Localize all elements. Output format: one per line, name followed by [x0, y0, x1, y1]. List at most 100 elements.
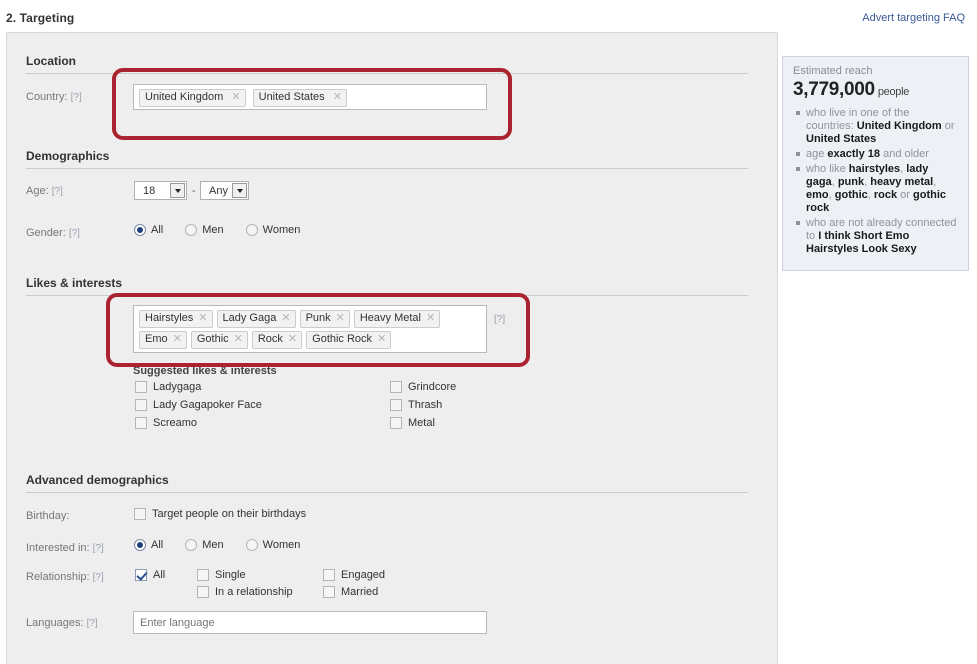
remove-token-icon[interactable]: ✕	[234, 333, 243, 345]
section-divider-location	[26, 73, 748, 74]
relationship-checkbox-single[interactable]: Single	[197, 569, 246, 581]
suggested-checkbox-thrash[interactable]: Thrash	[390, 399, 442, 411]
gender-option-women[interactable]: Women	[246, 224, 301, 236]
suggested-checkbox-ladygaga[interactable]: Ladygaga	[135, 381, 201, 393]
gender-option-label: Men	[202, 224, 223, 236]
interest-token[interactable]: Hairstyles ✕	[139, 310, 213, 328]
remove-token-icon[interactable]: ✕	[333, 91, 342, 103]
remove-token-icon[interactable]: ✕	[336, 312, 345, 324]
reach-criterion: who live in one of the countries: United…	[806, 107, 958, 146]
gender-label: Gender: [?]	[26, 227, 80, 239]
country-token[interactable]: United States ✕	[253, 89, 347, 107]
interested-in-option-all[interactable]: All	[134, 539, 163, 551]
checkbox-icon[interactable]	[390, 399, 402, 411]
remove-token-icon[interactable]: ✕	[426, 312, 435, 324]
estimated-reach-card: Estimated reach 3,779,000people who live…	[782, 56, 969, 271]
section-title-demographics: Demographics	[26, 149, 109, 163]
interest-token[interactable]: Heavy Metal✕	[354, 310, 440, 328]
gender-option-all[interactable]: All	[134, 224, 163, 236]
remove-token-icon[interactable]: ✕	[288, 333, 297, 345]
relationship-help-icon[interactable]: [?]	[93, 572, 104, 583]
section-divider-advanced	[26, 492, 748, 493]
interest-token[interactable]: Gothic ✕	[191, 331, 248, 349]
relationship-label-engaged: Engaged	[341, 569, 385, 581]
suggested-checkbox-lady-gagapoker-face[interactable]: Lady Gagapoker Face	[135, 399, 262, 411]
reach-criterion: who like hairstyles, lady gaga, punk, he…	[806, 163, 958, 215]
birthday-checkbox-row[interactable]: Target people on their birthdays	[134, 508, 306, 520]
checkbox-icon[interactable]	[135, 569, 147, 581]
radio-icon[interactable]	[185, 539, 197, 551]
interest-token[interactable]: Punk ✕	[300, 310, 350, 328]
age-label-text: Age:	[26, 185, 49, 197]
age-max-select[interactable]: Any	[200, 181, 249, 200]
chevron-down-icon[interactable]	[170, 183, 185, 198]
remove-token-icon[interactable]: ✕	[281, 312, 290, 324]
reach-criterion: age exactly 18 and older	[806, 148, 958, 161]
radio-icon[interactable]	[185, 224, 197, 236]
checkbox-icon[interactable]	[197, 569, 209, 581]
country-token-label: United States	[259, 91, 325, 103]
languages-help-icon[interactable]: [?]	[87, 618, 98, 629]
radio-icon[interactable]	[246, 224, 258, 236]
relationship-checkbox-in-a-relationship[interactable]: In a relationship	[197, 586, 293, 598]
interested-in-radio-group: All Men Women	[134, 539, 322, 551]
age-help-icon[interactable]: [?]	[52, 186, 63, 197]
checkbox-icon[interactable]	[323, 586, 335, 598]
age-min-select[interactable]: 18	[134, 181, 187, 200]
relationship-label-in-a-relationship: In a relationship	[215, 586, 293, 598]
suggested-checkbox-metal[interactable]: Metal	[390, 417, 435, 429]
radio-icon[interactable]	[134, 539, 146, 551]
interest-token-label: Gothic	[197, 333, 229, 345]
country-help-icon[interactable]: [?]	[71, 92, 82, 103]
gender-option-men[interactable]: Men	[185, 224, 223, 236]
gender-option-label: Women	[263, 224, 301, 236]
suggested-checkbox-screamo[interactable]: Screamo	[135, 417, 197, 429]
country-token-input[interactable]: United Kingdom ✕ United States ✕	[133, 84, 487, 110]
languages-label: Languages: [?]	[26, 617, 98, 629]
suggested-label: Grindcore	[408, 381, 456, 393]
country-token[interactable]: United Kingdom ✕	[139, 89, 246, 107]
interest-token[interactable]: Emo✕	[139, 331, 187, 349]
remove-token-icon[interactable]: ✕	[231, 91, 240, 103]
interest-token[interactable]: Gothic Rock✕	[306, 331, 391, 349]
interested-in-option-men[interactable]: Men	[185, 539, 223, 551]
likes-interests-token-input[interactable]: Hairstyles✕Lady Gaga✕Punk✕Heavy Metal✕Em…	[133, 305, 487, 353]
age-min-value: 18	[143, 185, 170, 197]
remove-token-icon[interactable]: ✕	[377, 333, 386, 345]
relationship-checkbox-all[interactable]: All	[135, 569, 165, 581]
gender-radio-group: All Men Women	[134, 224, 322, 236]
section-title-advanced-demographics: Advanced demographics	[26, 473, 169, 487]
checkbox-icon[interactable]	[197, 586, 209, 598]
likes-interests-help[interactable]: [?]	[494, 313, 505, 325]
section-title-location: Location	[26, 54, 76, 68]
relationship-checkbox-engaged[interactable]: Engaged	[323, 569, 385, 581]
interested-in-label-text: Interested in:	[26, 542, 90, 554]
radio-icon[interactable]	[134, 224, 146, 236]
interest-token-label: Punk	[306, 312, 331, 324]
remove-token-icon[interactable]: ✕	[198, 312, 207, 324]
advert-targeting-faq-link[interactable]: Advert targeting FAQ	[862, 12, 965, 24]
interest-token[interactable]: Lady Gaga✕	[217, 310, 296, 328]
chevron-down-icon[interactable]	[232, 183, 247, 198]
likes-help-icon[interactable]: [?]	[494, 314, 505, 325]
remove-token-icon[interactable]: ✕	[173, 333, 182, 345]
reach-count-value: 3,779,000	[793, 79, 875, 100]
checkbox-icon[interactable]	[390, 381, 402, 393]
checkbox-icon[interactable]	[390, 417, 402, 429]
checkbox-icon[interactable]	[323, 569, 335, 581]
gender-help-icon[interactable]: [?]	[69, 228, 80, 239]
suggested-checkbox-grindcore[interactable]: Grindcore	[390, 381, 456, 393]
checkbox-icon[interactable]	[135, 381, 147, 393]
section-title-likes-interests: Likes & interests	[26, 276, 122, 290]
interested-in-help-icon[interactable]: [?]	[93, 543, 104, 554]
page-title: 2. Targeting	[6, 11, 74, 25]
languages-input[interactable]	[133, 611, 487, 634]
checkbox-icon[interactable]	[135, 399, 147, 411]
checkbox-icon[interactable]	[135, 417, 147, 429]
radio-icon[interactable]	[246, 539, 258, 551]
relationship-checkbox-married[interactable]: Married	[323, 586, 378, 598]
interest-token[interactable]: Rock✕	[252, 331, 302, 349]
interest-token-label: Hairstyles	[145, 312, 193, 324]
checkbox-icon[interactable]	[134, 508, 146, 520]
interested-in-option-women[interactable]: Women	[246, 539, 301, 551]
